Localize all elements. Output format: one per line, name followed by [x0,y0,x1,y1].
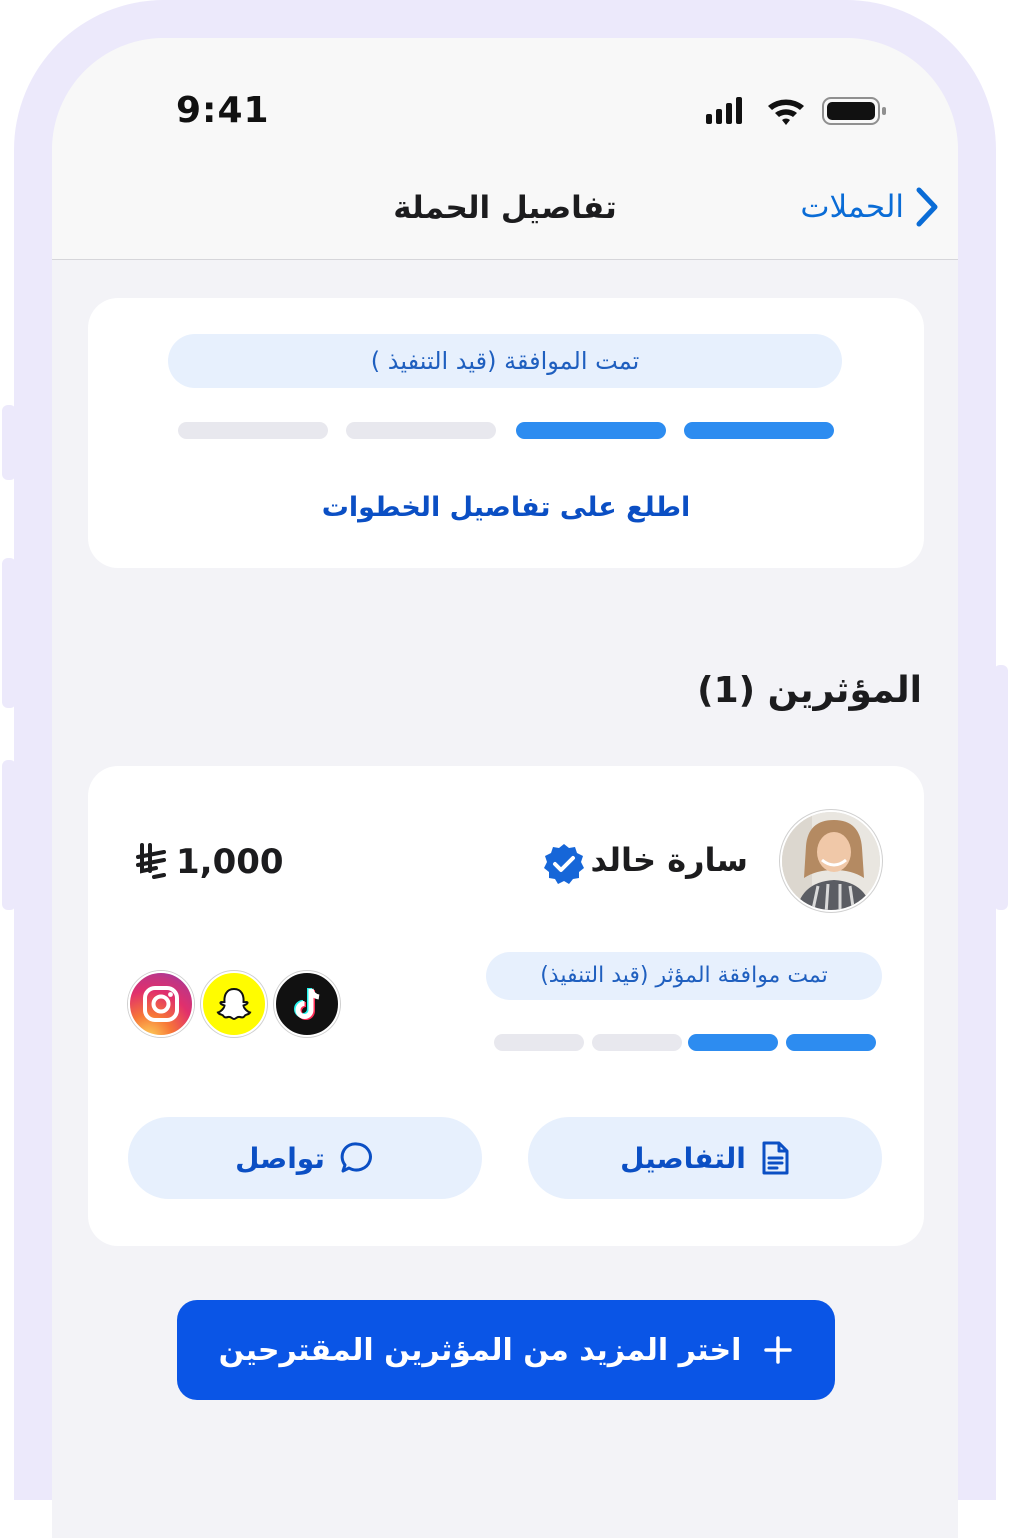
wifi-icon [768,99,804,125]
device-side-button [994,665,1008,910]
cta-label: اختر المزيد من المؤثرين المقترحين [218,1332,742,1368]
influencer-name: سارة خالد [590,841,748,879]
verified-badge-icon [544,844,584,884]
status-icons [706,97,886,125]
influencer-step-3 [592,1034,682,1051]
price-value: 1,000 [176,842,284,882]
details-label: التفاصيل [620,1141,746,1175]
campaign-status-badge: تمت الموافقة (قيد التنفيذ ) [168,334,842,388]
chat-bubble-icon [340,1142,372,1173]
influencer-card: سارة خالد 1,000 تمت موافقة المؤثر (قيد ا… [88,766,924,1246]
influencer-step-1 [786,1034,876,1051]
influencer-step-4 [494,1034,584,1051]
campaign-step-1 [684,422,834,439]
steps-details-link[interactable]: اطلع على تفاصيل الخطوات [88,492,924,523]
influencer-step-2 [688,1034,778,1051]
device-side-button [2,760,16,910]
cellular-signal-icon [706,97,742,124]
back-label: الحملات [800,189,904,225]
plus-icon [764,1336,793,1364]
campaign-step-4 [178,422,328,439]
campaign-status-card: تمت الموافقة (قيد التنفيذ ) اطلع على تفا… [88,298,924,568]
contact-button[interactable]: تواصل [128,1117,482,1199]
details-button[interactable]: التفاصيل [528,1117,882,1199]
phone-screen: 9:41 تفاصيل الحملة الحملات تمت الموافقة … [52,38,958,1538]
saudi-riyal-icon [136,843,166,879]
back-button[interactable]: الحملات [800,186,940,228]
influencer-avatar [780,810,882,912]
campaign-step-3 [346,422,496,439]
instagram-icon[interactable] [128,971,194,1037]
device-side-button [2,405,16,480]
status-time: 9:41 [176,90,270,131]
navigation-header: 9:41 تفاصيل الحملة الحملات [52,38,958,260]
influencer-price: 1,000 [134,842,284,882]
document-icon [762,1141,789,1175]
contact-label: تواصل [235,1141,325,1175]
choose-more-influencers-button[interactable]: اختر المزيد من المؤثرين المقترحين [177,1300,835,1400]
influencers-section-title: المؤثرين (1) [697,670,922,711]
snapchat-icon[interactable] [201,971,267,1037]
chevron-right-icon [916,187,938,227]
device-side-button [2,558,16,708]
tiktok-icon[interactable] [274,971,340,1037]
avatar-image [782,812,880,910]
battery-icon [822,97,886,125]
influencer-status-badge: تمت موافقة المؤثر (قيد التنفيذ) [486,952,882,1000]
campaign-step-2 [516,422,666,439]
